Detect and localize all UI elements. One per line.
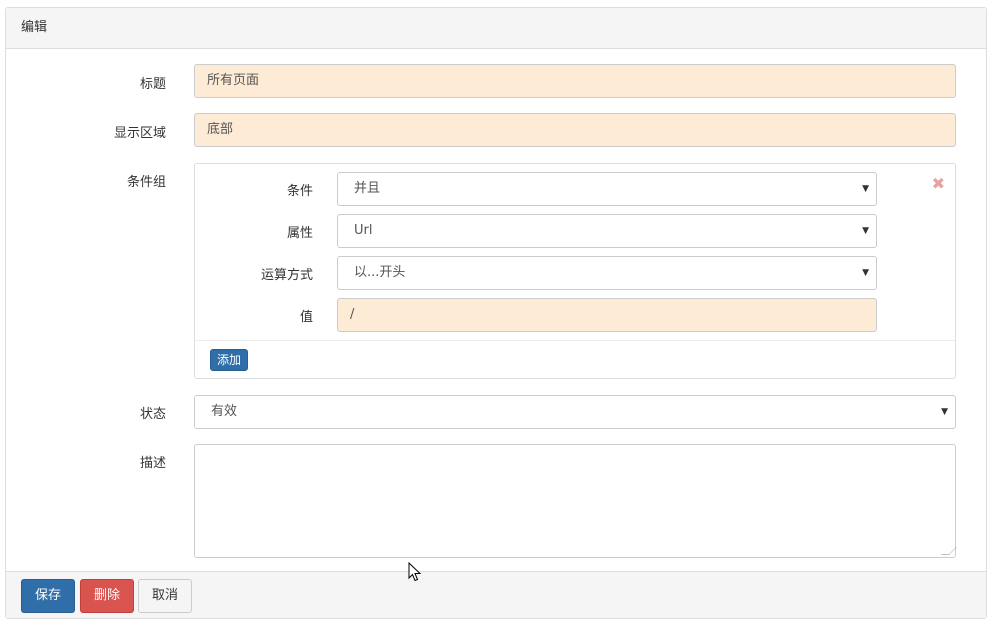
mouse-cursor-icon xyxy=(408,562,422,582)
operator-select-value: 以...开头 xyxy=(354,265,406,280)
condition-group-box: ✖ 条件 并且 ▼ 属性 Url ▼ 运算方式 以...开头 ▼ 值 / 添加 xyxy=(194,163,956,379)
panel-title: 编辑 xyxy=(6,8,986,49)
value-input[interactable]: / xyxy=(337,298,877,332)
save-button[interactable]: 保存 xyxy=(21,579,75,613)
attribute-select[interactable]: Url ▼ xyxy=(337,214,877,248)
description-label: 描述 xyxy=(139,456,166,471)
value-label: 值 xyxy=(299,310,313,325)
operator-label: 运算方式 xyxy=(260,268,313,283)
status-select[interactable]: 有效 ▼ xyxy=(194,395,956,429)
attribute-label: 属性 xyxy=(286,226,313,241)
cancel-button[interactable]: 取消 xyxy=(138,579,192,613)
condition-group-label: 条件组 xyxy=(126,175,166,190)
edit-panel: 编辑 标题 所有页面 显示区域 底部 条件组 ✖ 条件 并且 ▼ 属性 Url … xyxy=(5,7,987,619)
status-select-value: 有效 xyxy=(211,404,238,419)
title-input[interactable]: 所有页面 xyxy=(194,64,956,98)
description-textarea[interactable] xyxy=(194,444,957,558)
form-body: 标题 所有页面 显示区域 底部 条件组 ✖ 条件 并且 ▼ 属性 Url ▼ 运… xyxy=(6,49,986,572)
delete-button[interactable]: 删除 xyxy=(80,579,134,613)
area-label: 显示区域 xyxy=(113,126,166,141)
chevron-down-icon: ▼ xyxy=(862,226,869,236)
panel-footer: 保存 删除 取消 xyxy=(6,571,986,618)
condition-select-value: 并且 xyxy=(354,181,381,196)
remove-condition-icon[interactable]: ✖ xyxy=(932,174,945,193)
condition-label: 条件 xyxy=(286,184,313,199)
resize-grip-icon[interactable] xyxy=(941,547,957,555)
area-input[interactable]: 底部 xyxy=(194,113,956,147)
status-label: 状态 xyxy=(139,407,166,422)
operator-select[interactable]: 以...开头 ▼ xyxy=(337,256,877,290)
condition-divider xyxy=(195,340,955,341)
title-label: 标题 xyxy=(139,77,166,92)
add-condition-button[interactable]: 添加 xyxy=(210,349,249,371)
chevron-down-icon: ▼ xyxy=(862,184,869,194)
attribute-select-value: Url xyxy=(354,223,373,238)
chevron-down-icon: ▼ xyxy=(941,407,948,417)
condition-select[interactable]: 并且 ▼ xyxy=(337,172,877,206)
chevron-down-icon: ▼ xyxy=(862,268,869,278)
